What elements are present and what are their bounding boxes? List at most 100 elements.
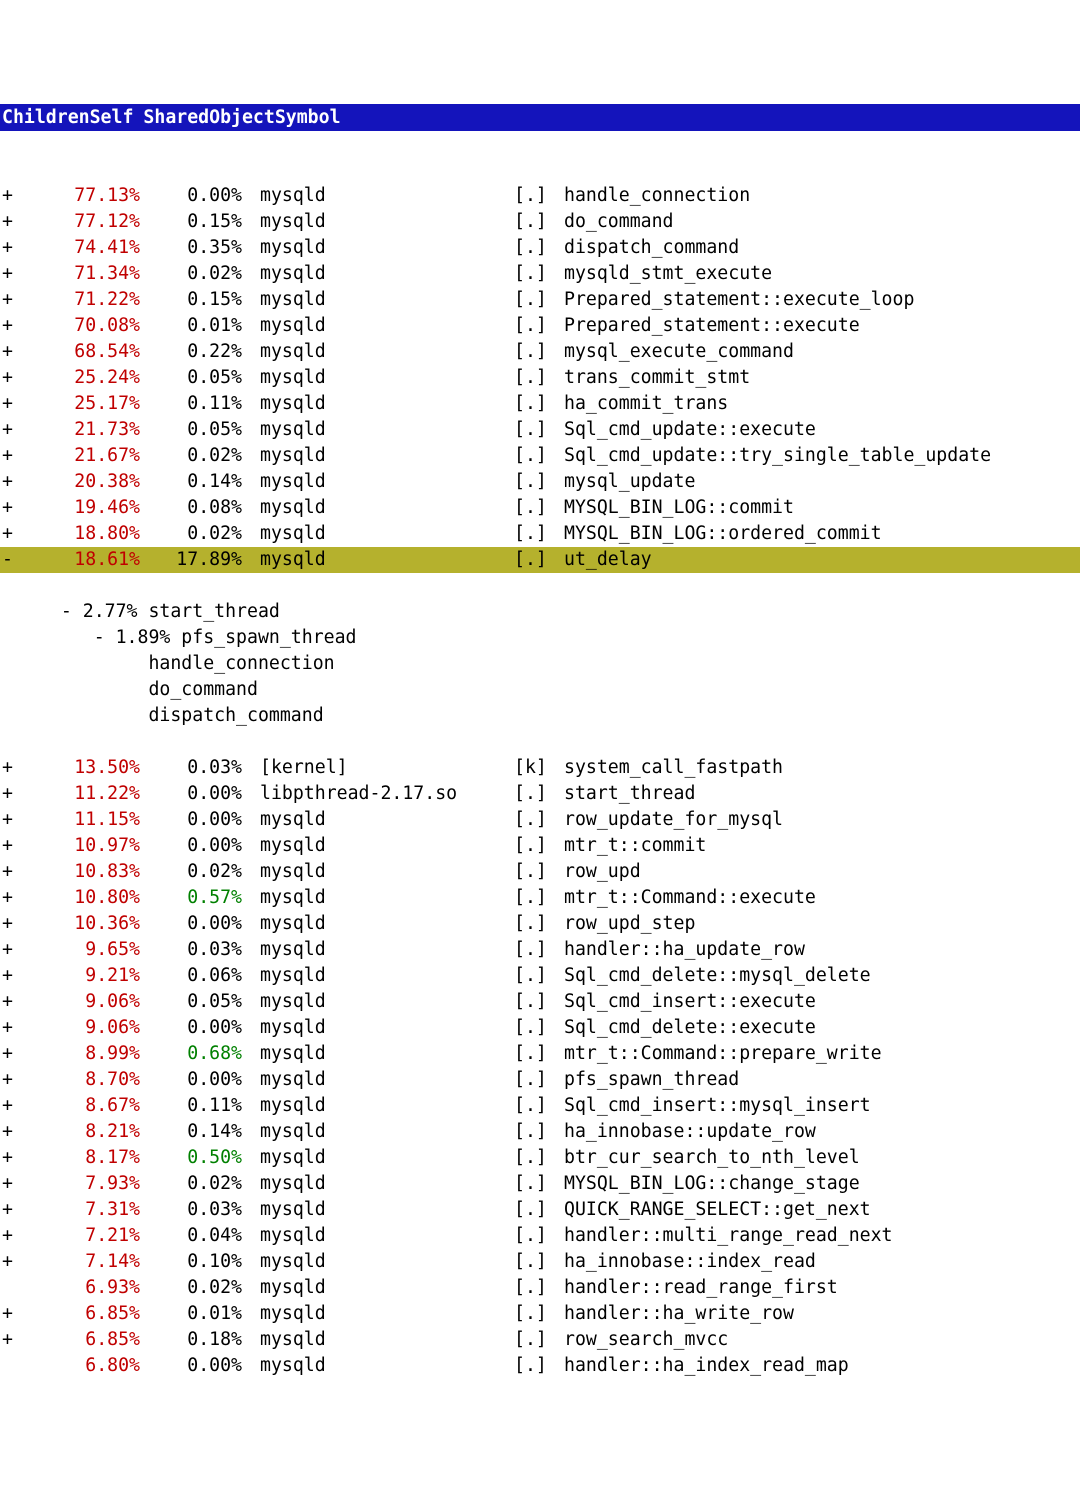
expand-toggle[interactable]: + <box>0 209 28 235</box>
expand-toggle[interactable]: + <box>0 781 28 807</box>
self-pct: 0.00% <box>140 833 242 859</box>
perf-row[interactable]: +8.67%0.11%mysqld[.]Sql_cmd_insert::mysq… <box>0 1093 1080 1119</box>
expand-toggle[interactable]: + <box>0 313 28 339</box>
expand-toggle[interactable]: + <box>0 1067 28 1093</box>
perf-row[interactable]: +7.14%0.10%mysqld[.]ha_innobase::index_r… <box>0 1249 1080 1275</box>
symbol-marker: [.] <box>514 261 564 287</box>
tree-line[interactable]: - 2.77% start_thread <box>0 599 1080 625</box>
expand-toggle[interactable]: + <box>0 1327 28 1353</box>
expand-toggle[interactable]: + <box>0 1197 28 1223</box>
shared-object: mysqld <box>242 1067 514 1093</box>
perf-row[interactable]: +7.21%0.04%mysqld[.]handler::multi_range… <box>0 1223 1080 1249</box>
symbol-name: start_thread <box>564 781 1080 807</box>
shared-object: mysqld <box>242 833 514 859</box>
expand-toggle[interactable]: + <box>0 833 28 859</box>
expand-toggle[interactable]: - <box>0 547 28 573</box>
perf-row[interactable]: 6.80%0.00%mysqld[.]handler::ha_index_rea… <box>0 1353 1080 1379</box>
perf-row[interactable]: +10.83%0.02%mysqld[.]row_upd <box>0 859 1080 885</box>
perf-row[interactable]: +6.85%0.01%mysqld[.]handler::ha_write_ro… <box>0 1301 1080 1327</box>
perf-row[interactable]: +21.73%0.05%mysqld[.]Sql_cmd_update::exe… <box>0 417 1080 443</box>
perf-row[interactable]: +10.97%0.00%mysqld[.]mtr_t::commit <box>0 833 1080 859</box>
expand-toggle[interactable]: + <box>0 1249 28 1275</box>
expand-toggle[interactable]: + <box>0 1041 28 1067</box>
perf-row[interactable]: +77.12%0.15%mysqld[.]do_command <box>0 209 1080 235</box>
perf-row[interactable]: +7.31%0.03%mysqld[.]QUICK_RANGE_SELECT::… <box>0 1197 1080 1223</box>
perf-row[interactable]: +8.70%0.00%mysqld[.]pfs_spawn_thread <box>0 1067 1080 1093</box>
expand-toggle[interactable]: + <box>0 521 28 547</box>
expand-toggle[interactable]: + <box>0 807 28 833</box>
perf-row[interactable]: +10.36%0.00%mysqld[.]row_upd_step <box>0 911 1080 937</box>
symbol-name: MYSQL_BIN_LOG::commit <box>564 495 1080 521</box>
tree-line[interactable]: dispatch_command <box>0 703 1080 729</box>
expand-toggle[interactable]: + <box>0 1145 28 1171</box>
perf-row[interactable]: -18.61%17.89%mysqld[.]ut_delay <box>0 547 1080 573</box>
expand-toggle[interactable]: + <box>0 235 28 261</box>
perf-row[interactable]: +18.80%0.02%mysqld[.]MYSQL_BIN_LOG::orde… <box>0 521 1080 547</box>
expand-toggle[interactable]: + <box>0 287 28 313</box>
perf-row[interactable]: +71.22%0.15%mysqld[.]Prepared_statement:… <box>0 287 1080 313</box>
perf-row[interactable]: +77.13%0.00%mysqld[.]handle_connection <box>0 183 1080 209</box>
perf-row[interactable]: +9.06%0.00%mysqld[.]Sql_cmd_delete::exec… <box>0 1015 1080 1041</box>
perf-row[interactable]: +8.17%0.50%mysqld[.]btr_cur_search_to_nt… <box>0 1145 1080 1171</box>
expand-toggle[interactable]: + <box>0 1015 28 1041</box>
expand-toggle[interactable] <box>0 1275 28 1301</box>
perf-row[interactable]: +74.41%0.35%mysqld[.]dispatch_command <box>0 235 1080 261</box>
expand-toggle[interactable]: + <box>0 755 28 781</box>
perf-row[interactable]: +6.85%0.18%mysqld[.]row_search_mvcc <box>0 1327 1080 1353</box>
perf-row[interactable]: +11.22%0.00%libpthread-2.17.so[.]start_t… <box>0 781 1080 807</box>
perf-row[interactable]: +8.99%0.68%mysqld[.]mtr_t::Command::prep… <box>0 1041 1080 1067</box>
perf-row[interactable]: +20.38%0.14%mysqld[.]mysql_update <box>0 469 1080 495</box>
perf-row[interactable]: +13.50%0.03%[kernel][k]system_call_fastp… <box>0 755 1080 781</box>
expand-toggle[interactable]: + <box>0 1171 28 1197</box>
children-pct: 9.21% <box>28 963 140 989</box>
tree-line[interactable]: - 1.89% pfs_spawn_thread <box>0 625 1080 651</box>
shared-object: mysqld <box>242 313 514 339</box>
perf-row[interactable]: +19.46%0.08%mysqld[.]MYSQL_BIN_LOG::comm… <box>0 495 1080 521</box>
perf-row[interactable]: +71.34%0.02%mysqld[.]mysqld_stmt_execute <box>0 261 1080 287</box>
perf-row[interactable]: +21.67%0.02%mysqld[.]Sql_cmd_update::try… <box>0 443 1080 469</box>
perf-row[interactable]: +7.93%0.02%mysqld[.]MYSQL_BIN_LOG::chang… <box>0 1171 1080 1197</box>
expand-toggle[interactable]: + <box>0 911 28 937</box>
perf-row[interactable]: +25.17%0.11%mysqld[.]ha_commit_trans <box>0 391 1080 417</box>
perf-row[interactable]: +68.54%0.22%mysqld[.]mysql_execute_comma… <box>0 339 1080 365</box>
perf-row[interactable]: +9.06%0.05%mysqld[.]Sql_cmd_insert::exec… <box>0 989 1080 1015</box>
tree-line[interactable]: do_command <box>0 677 1080 703</box>
expand-toggle[interactable]: + <box>0 469 28 495</box>
expand-toggle[interactable]: + <box>0 417 28 443</box>
perf-rows: +77.13%0.00%mysqld[.]handle_connection+7… <box>0 183 1080 573</box>
expand-toggle[interactable] <box>0 1353 28 1379</box>
expand-toggle[interactable]: + <box>0 183 28 209</box>
perf-row[interactable]: +25.24%0.05%mysqld[.]trans_commit_stmt <box>0 365 1080 391</box>
expand-toggle[interactable]: + <box>0 391 28 417</box>
tree-line[interactable]: handle_connection <box>0 651 1080 677</box>
expand-toggle[interactable]: + <box>0 261 28 287</box>
expand-toggle[interactable]: + <box>0 1093 28 1119</box>
shared-object: mysqld <box>242 261 514 287</box>
self-pct: 0.18% <box>140 1327 242 1353</box>
shared-object: mysqld <box>242 1145 514 1171</box>
perf-row[interactable]: +11.15%0.00%mysqld[.]row_update_for_mysq… <box>0 807 1080 833</box>
expand-toggle[interactable]: + <box>0 1223 28 1249</box>
expand-toggle[interactable]: + <box>0 989 28 1015</box>
perf-row[interactable]: +70.08%0.01%mysqld[.]Prepared_statement:… <box>0 313 1080 339</box>
expand-toggle[interactable]: + <box>0 963 28 989</box>
perf-row[interactable]: +9.21%0.06%mysqld[.]Sql_cmd_delete::mysq… <box>0 963 1080 989</box>
symbol-marker: [.] <box>514 1171 564 1197</box>
expand-toggle[interactable]: + <box>0 885 28 911</box>
expand-toggle[interactable]: + <box>0 859 28 885</box>
expand-toggle[interactable]: + <box>0 937 28 963</box>
perf-row[interactable]: +10.80%0.57%mysqld[.]mtr_t::Command::exe… <box>0 885 1080 911</box>
expand-toggle[interactable]: + <box>0 495 28 521</box>
symbol-marker: [.] <box>514 781 564 807</box>
expand-toggle[interactable]: + <box>0 443 28 469</box>
symbol-name: row_update_for_mysql <box>564 807 1080 833</box>
expand-toggle[interactable]: + <box>0 1301 28 1327</box>
expand-toggle[interactable]: + <box>0 339 28 365</box>
symbol-name: MYSQL_BIN_LOG::ordered_commit <box>564 521 1080 547</box>
symbol-marker: [.] <box>514 1197 564 1223</box>
perf-row[interactable]: 6.93%0.02%mysqld[.]handler::read_range_f… <box>0 1275 1080 1301</box>
shared-object: mysqld <box>242 391 514 417</box>
header-symbol: Symbol <box>275 107 341 128</box>
expand-toggle[interactable]: + <box>0 365 28 391</box>
perf-row[interactable]: +9.65%0.03%mysqld[.]handler::ha_update_r… <box>0 937 1080 963</box>
